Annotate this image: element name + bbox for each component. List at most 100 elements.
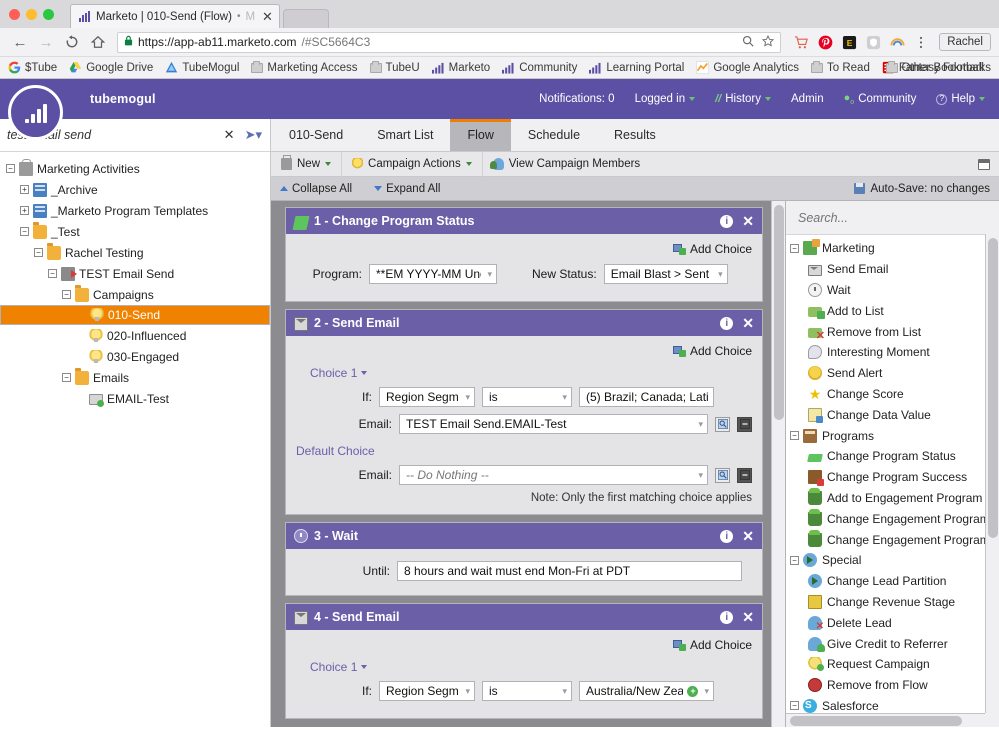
if-attribute-select[interactable]: Region Segme ▾ [379,681,475,701]
preview-email-button[interactable] [715,467,730,483]
window-controls[interactable] [9,9,54,20]
reload-button[interactable] [60,30,84,54]
bookmark-marketing-access[interactable]: Marketing Access [251,60,358,74]
palette-hscrollbar[interactable] [786,713,985,727]
flow-step-4[interactable]: 4 - Send Email i ✕ Add Choice Choice 1 I… [285,603,763,719]
tree-item-test-email-send[interactable]: − TEST Email Send [0,263,270,284]
until-input[interactable]: 8 hours and wait must end Mon-Fri at PDT [397,561,742,581]
palette-item-remove-from-flow[interactable]: Remove from Flow [786,675,985,696]
clear-email-button[interactable] [737,467,752,483]
palette-item-interesting-moment[interactable]: Interesting Moment [786,342,985,363]
tree-item-010-send[interactable]: 010-Send [0,305,270,325]
default-email-select[interactable]: -- Do Nothing -- ▾ [399,465,708,485]
if-operator-select[interactable]: is ▾ [482,681,572,701]
minimize-window-button[interactable] [26,9,37,20]
add-choice-button[interactable]: Add Choice [296,638,752,652]
if-value-select[interactable]: (5) Brazil; Canada; Latin Ame [579,387,714,407]
expand-toggle-icon[interactable]: + [20,185,29,194]
bookmark-learning-portal[interactable]: Learning Portal [589,62,684,74]
bookmark-tubeu[interactable]: TubeU [369,60,420,74]
back-button[interactable]: ← [8,30,32,54]
expand-toggle-icon[interactable]: − [790,431,799,441]
choice-1-label[interactable]: Choice 1 [310,366,752,380]
close-icon[interactable]: ✕ [742,316,754,330]
collapse-all-button[interactable]: Collapse All [280,183,352,195]
palette-item-send-alert[interactable]: Send Alert [786,363,985,384]
program-select[interactable]: **EM YYYY-MM Under t ▾ [369,264,497,284]
if-attribute-select[interactable]: Region Segme ▾ [379,387,475,407]
preview-email-button[interactable] [715,416,730,432]
kebab-menu-icon[interactable] [914,35,929,50]
tab-schedule[interactable]: Schedule [511,119,597,151]
palette-item-change-lead-partition[interactable]: Change Lead Partition [786,571,985,592]
bookmark-google-analytics[interactable]: Google Analytics [696,61,799,74]
add-value-icon[interactable]: + [687,685,699,697]
palette-item-request-campaign[interactable]: Request Campaign [786,654,985,675]
tree-item-marketo-program-templates[interactable]: + _Marketo Program Templates [0,200,270,221]
search-input[interactable] [796,209,989,226]
profile-button[interactable]: Rachel [939,33,991,51]
palette-item-add-to-list[interactable]: Add to List [786,300,985,321]
bookmark-tube[interactable]: $Tube [8,61,57,74]
window-icon[interactable] [978,158,990,170]
clear-filter-icon[interactable]: ✕ [224,127,235,143]
maximize-window-button[interactable] [43,9,54,20]
close-icon[interactable]: ✕ [742,610,754,624]
info-icon[interactable]: i [720,610,734,624]
palette-scrollbar-thumb[interactable] [988,238,998,538]
expand-toggle-icon[interactable]: − [62,290,71,299]
bookmark-community[interactable]: Community [502,62,577,74]
topnav-community[interactable]: ●o Community [844,92,917,106]
palette-search[interactable] [786,201,999,234]
espn-icon[interactable]: E [842,35,857,50]
close-icon[interactable]: ✕ [742,214,754,228]
flow-step-3[interactable]: 3 - Wait i ✕ Until: 8 hours and wait mus… [285,522,763,596]
bookmark-to-read[interactable]: To Read [811,60,870,74]
bookmark-tubemogul[interactable]: TubeMogul [165,61,239,74]
rainbow-icon[interactable] [890,35,905,50]
choice-1-label[interactable]: Choice 1 [310,660,752,674]
new-tab-button[interactable] [282,9,329,28]
tree-item-campaigns[interactable]: − Campaigns [0,284,270,305]
flow-step-2[interactable]: 2 - Send Email i ✕ Add Choice Choice 1 I… [285,309,763,515]
expand-toggle-icon[interactable]: − [34,248,43,257]
flow-scrollbar[interactable] [771,201,785,727]
palette-item-give-credit-to-referrer[interactable]: Give Credit to Referrer [786,633,985,654]
palette-scrollbar[interactable] [985,234,999,713]
palette-item-special[interactable]: − Special [786,550,985,571]
topnav-logged-in[interactable]: Logged in [635,93,696,105]
palette-item-change-program-status[interactable]: Change Program Status [786,446,985,467]
palette-item-salesforce[interactable]: − Salesforce [786,696,985,713]
tree-item-emails[interactable]: − Emails [0,367,270,388]
palette-item-remove-from-list[interactable]: Remove from List [786,321,985,342]
tree-item-020-influenced[interactable]: 020-Influenced [0,325,270,346]
other-bookmarks-button[interactable]: Other Bookmarks [885,60,991,74]
tree-item-test[interactable]: − _Test [0,221,270,242]
bookmark-marketo[interactable]: Marketo [431,62,490,74]
tree-item-marketing-activities[interactable]: − Marketing Activities [0,158,270,179]
palette-item-add-to-engagement-program[interactable]: Add to Engagement Program [786,487,985,509]
info-icon[interactable]: i [720,316,734,330]
topnav-notifications-0[interactable]: Notifications: 0 [539,93,614,105]
tree-item-030-engaged[interactable]: 030-Engaged [0,346,270,367]
expand-toggle-icon[interactable]: − [790,555,799,565]
tab-flow[interactable]: Flow [450,119,512,151]
pinterest-icon[interactable] [818,35,833,50]
palette-item-change-engagement-program-cade[interactable]: Change Engagement Program Cade [786,508,985,529]
new-button[interactable]: New [271,151,343,177]
palette-item-change-revenue-stage[interactable]: Change Revenue Stage [786,592,985,613]
topnav-history[interactable]: //History [715,93,772,105]
if-value-select[interactable]: Australia/New Zealan + ▾ [579,681,714,701]
expand-toggle-icon[interactable]: − [20,227,29,236]
topnav-admin[interactable]: Admin [791,93,824,105]
palette-hscrollbar-thumb[interactable] [790,716,962,726]
close-tab-button[interactable]: ✕ [262,9,273,25]
palette-item-programs[interactable]: − Programs [786,425,985,446]
expand-toggle-icon[interactable]: + [20,206,29,215]
close-window-button[interactable] [9,9,20,20]
palette-item-change-engagement-program-strea[interactable]: Change Engagement Program Strea [786,529,985,550]
expand-toggle-icon[interactable]: − [790,243,799,253]
expand-toggle-icon[interactable]: − [48,269,57,278]
expand-all-button[interactable]: Expand All [374,183,440,195]
shield-icon[interactable] [866,35,881,50]
